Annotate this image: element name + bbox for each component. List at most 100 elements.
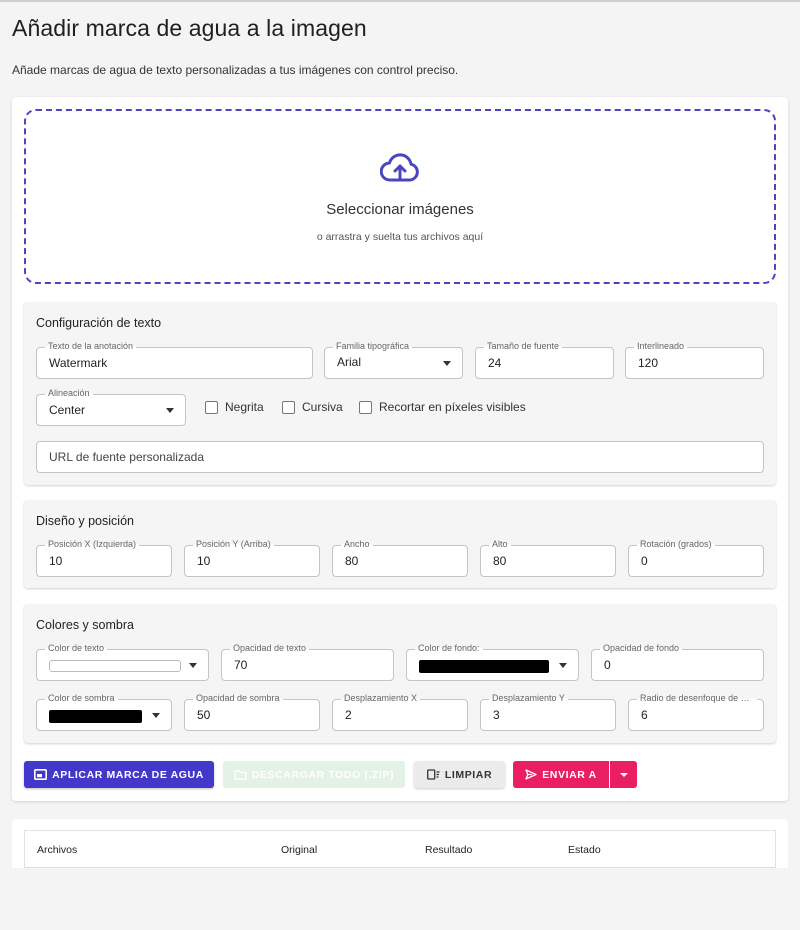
text-color-picker[interactable]: Color de texto bbox=[36, 643, 209, 681]
blur-radius-input[interactable] bbox=[641, 708, 751, 722]
image-dropzone[interactable] bbox=[24, 109, 776, 284]
shadow-opacity-input[interactable] bbox=[197, 708, 307, 722]
offset-x-field[interactable]: Desplazamiento X bbox=[332, 693, 468, 731]
field-label: Radio de desenfoque de sombra bbox=[637, 693, 757, 703]
cloud-upload-icon bbox=[380, 153, 419, 182]
italic-checkbox[interactable]: Cursiva bbox=[282, 399, 343, 415]
download-all-button[interactable]: DESCARGAR TODO (.ZIP) bbox=[223, 761, 405, 788]
checkbox-box[interactable] bbox=[282, 400, 295, 414]
offset-y-input[interactable] bbox=[493, 708, 603, 722]
colors-section: Colores y sombra Color de texto Opacidad… bbox=[24, 604, 776, 743]
blur-radius-field[interactable]: Radio de desenfoque de sombra bbox=[628, 693, 764, 731]
clear-all-icon bbox=[426, 769, 440, 780]
width-input[interactable] bbox=[345, 554, 455, 568]
chevron-down-icon bbox=[166, 408, 174, 413]
chevron-down-icon bbox=[619, 772, 628, 777]
checkbox-label: Negrita bbox=[225, 400, 264, 414]
field-label: Alto bbox=[489, 539, 511, 549]
bg-color-swatch bbox=[419, 660, 549, 673]
chevron-down-icon bbox=[559, 663, 567, 668]
height-input[interactable] bbox=[493, 554, 603, 568]
checkbox-box[interactable] bbox=[205, 400, 218, 414]
bg-color-picker[interactable]: Color de fondo: bbox=[406, 643, 579, 681]
dropzone-title[interactable]: Seleccionar imágenes bbox=[0, 201, 800, 218]
section-title: Configuración de texto bbox=[36, 316, 162, 330]
section-title: Colores y sombra bbox=[36, 618, 134, 632]
select-value: Arial bbox=[337, 355, 362, 369]
font-size-input[interactable] bbox=[488, 356, 601, 370]
height-field[interactable]: Alto bbox=[480, 539, 616, 577]
chevron-down-icon bbox=[189, 663, 197, 668]
field-label: Ancho bbox=[341, 539, 373, 549]
pos-y-field[interactable]: Posición Y (Arriba) bbox=[184, 539, 320, 577]
field-label: Color de fondo: bbox=[415, 643, 483, 653]
chevron-down-icon bbox=[152, 713, 160, 718]
clear-label: LIMPIAR bbox=[444, 768, 493, 781]
page-title: Añadir marca de agua a la imagen bbox=[12, 15, 367, 41]
annotation-text-input[interactable] bbox=[49, 356, 300, 370]
watermark-icon bbox=[34, 769, 48, 780]
alignment-select[interactable]: Alineación Center bbox=[36, 388, 186, 426]
field-label: Familia tipográfica bbox=[333, 341, 413, 351]
pos-x-input[interactable] bbox=[49, 554, 159, 568]
page-background-bottom bbox=[0, 868, 800, 930]
field-label: Opacidad de sombra bbox=[193, 693, 283, 703]
shadow-color-picker[interactable]: Color de sombra bbox=[36, 693, 172, 731]
column-header-status: Estado bbox=[568, 844, 601, 856]
apply-watermark-label: APLICAR MARCA DE AGUA bbox=[52, 768, 204, 781]
files-table-header: Archivos Original Resultado Estado bbox=[24, 830, 776, 868]
send-to-button[interactable]: ENVIAR A bbox=[513, 761, 609, 788]
custom-font-url-field[interactable]: URL de fuente personalizada bbox=[36, 441, 764, 473]
layout-section: Diseño y posición Posición X (Izquierda)… bbox=[24, 500, 776, 588]
page-subtitle: Añade marcas de agua de texto personaliz… bbox=[12, 63, 459, 77]
line-height-input[interactable] bbox=[638, 356, 751, 370]
shadow-color-swatch bbox=[49, 710, 142, 723]
send-to-dropdown-button[interactable] bbox=[610, 761, 637, 788]
send-icon bbox=[525, 769, 537, 780]
pos-x-field[interactable]: Posición X (Izquierda) bbox=[36, 539, 172, 577]
annotation-text-field[interactable]: Texto de la anotación bbox=[36, 341, 313, 379]
offset-y-field[interactable]: Desplazamiento Y bbox=[480, 693, 616, 731]
apply-watermark-button[interactable]: APLICAR MARCA DE AGUA bbox=[24, 761, 214, 788]
bg-opacity-field[interactable]: Opacidad de fondo bbox=[591, 643, 764, 681]
download-all-label: DESCARGAR TODO (.ZIP) bbox=[251, 768, 395, 781]
field-label: Alineación bbox=[45, 388, 93, 398]
shadow-opacity-field[interactable]: Opacidad de sombra bbox=[184, 693, 320, 731]
text-opacity-input[interactable] bbox=[234, 658, 381, 672]
offset-x-input[interactable] bbox=[345, 708, 455, 722]
font-size-field[interactable]: Tamaño de fuente bbox=[475, 341, 614, 379]
field-label: Tamaño de fuente bbox=[484, 341, 563, 351]
top-border bbox=[0, 0, 800, 2]
bg-opacity-input[interactable] bbox=[604, 658, 751, 672]
dropzone-subtitle: o arrastra y suelta tus archivos aquí bbox=[316, 231, 484, 243]
crop-visible-checkbox[interactable]: Recortar en píxeles visibles bbox=[359, 399, 526, 415]
field-label: Opacidad de fondo bbox=[600, 643, 683, 653]
line-height-field[interactable]: Interlineado bbox=[625, 341, 764, 379]
field-label: Color de sombra bbox=[45, 693, 118, 703]
pos-y-input[interactable] bbox=[197, 554, 307, 568]
send-to-label: ENVIAR A bbox=[542, 768, 597, 781]
select-value: Center bbox=[49, 403, 86, 417]
clear-button[interactable]: LIMPIAR bbox=[414, 761, 505, 788]
text-opacity-field[interactable]: Opacidad de texto bbox=[221, 643, 394, 681]
column-header-files: Archivos bbox=[37, 844, 78, 856]
checkbox-box[interactable] bbox=[359, 400, 372, 414]
text-color-swatch bbox=[49, 660, 181, 672]
section-title: Diseño y posición bbox=[36, 514, 134, 528]
rotation-input[interactable] bbox=[641, 554, 751, 568]
column-header-result: Resultado bbox=[425, 844, 473, 856]
text-config-section: Configuración de texto Texto de la anota… bbox=[24, 302, 776, 485]
folder-icon bbox=[234, 770, 247, 780]
width-field[interactable]: Ancho bbox=[332, 539, 468, 577]
field-label: Interlineado bbox=[634, 341, 688, 351]
field-label: Desplazamiento X bbox=[341, 693, 421, 703]
field-label: Desplazamiento Y bbox=[489, 693, 568, 703]
bold-checkbox[interactable]: Negrita bbox=[205, 399, 264, 415]
field-label: Posición Y (Arriba) bbox=[193, 539, 274, 549]
chevron-down-icon bbox=[443, 361, 451, 366]
custom-font-url-placeholder: URL de fuente personalizada bbox=[49, 450, 204, 464]
checkbox-label: Recortar en píxeles visibles bbox=[379, 400, 526, 414]
rotation-field[interactable]: Rotación (grados) bbox=[628, 539, 764, 577]
field-label: Rotación (grados) bbox=[637, 539, 715, 549]
font-family-select[interactable]: Familia tipográfica Arial bbox=[324, 341, 463, 379]
